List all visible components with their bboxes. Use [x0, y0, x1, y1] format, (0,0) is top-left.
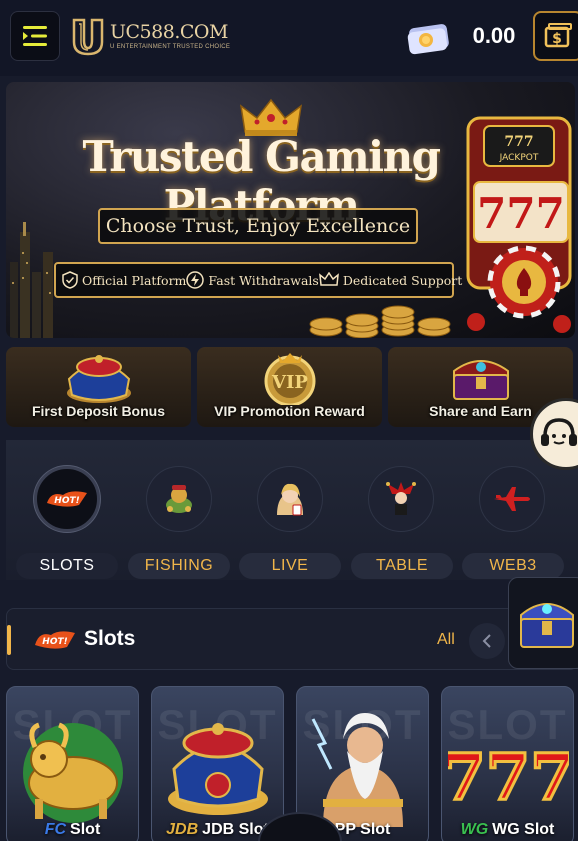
wallet-button[interactable]: $ [533, 11, 578, 61]
game-card-fc-slot[interactable]: SLOT FCSlot [6, 686, 139, 841]
feature-fast: Fast Withdrawals [186, 271, 319, 289]
game-card-jdb-slot[interactable]: SLOT JDBJDB Slot [151, 686, 284, 841]
banner-subtitle: Choose Trust, Enjoy Excellence [105, 215, 411, 237]
promo-first-deposit[interactable]: First Deposit Bonus [6, 347, 191, 427]
lightning-icon [186, 271, 205, 289]
crown-small-icon [318, 272, 339, 286]
tab-slots[interactable]: SLOTS [16, 553, 118, 579]
jackpot-label: JACKPOT [499, 153, 539, 163]
carousel-prev-button[interactable] [469, 623, 505, 659]
feature-official: Official Platform [62, 271, 186, 289]
zeus-icon [311, 713, 403, 827]
logo-tagline: U ENTERTAINMENT TRUSTED CHOICE [110, 44, 231, 50]
category-tabs: HOT! SLOTS FISHING LIVE TABLE WEB3 [6, 440, 578, 580]
logo-name: UC588.COM [110, 21, 228, 43]
app-root: UC588.COM U ENTERTAINMENT TRUSTED CHOICE… [0, 0, 578, 841]
promo-strip: First Deposit Bonus VIP VIP Promotion Re… [6, 347, 578, 427]
svg-text:HOT!: HOT! [54, 496, 79, 506]
headset-support-icon [541, 418, 577, 446]
feature-fast-label: Fast Withdrawals [208, 272, 319, 288]
game-brand: FC [44, 821, 67, 838]
treasure-pot-icon [168, 723, 268, 815]
shield-check-icon [62, 271, 78, 289]
view-all-link[interactable]: All [437, 631, 455, 649]
category-fishing-icon-button[interactable] [146, 466, 212, 532]
game-label: WG WG Slot [442, 821, 573, 839]
city-skyline-graphic [10, 222, 53, 338]
lucky-777-icon: 777 [448, 739, 569, 817]
game-name: PP Slot [334, 821, 391, 838]
tab-table[interactable]: TABLE [351, 553, 453, 579]
banner-subtitle-frame: Choose Trust, Enjoy Excellence [98, 208, 418, 244]
hot-badge-icon: HOT! [35, 631, 75, 649]
svg-text:777: 777 [448, 740, 569, 815]
tab-fishing[interactable]: FISHING [128, 553, 230, 579]
svg-text:$: $ [552, 31, 562, 47]
cash-icon [407, 24, 449, 55]
feature-official-label: Official Platform [82, 272, 187, 288]
promo-first-deposit-label: First Deposit Bonus [31, 403, 165, 419]
top-header: UC588.COM U ENTERTAINMENT TRUSTED CHOICE… [0, 0, 578, 76]
menu-button[interactable] [10, 11, 60, 61]
floating-reward-chest-button[interactable] [508, 577, 578, 669]
treasure-pot-icon [66, 355, 131, 403]
golden-bull-icon [23, 722, 123, 823]
site-logo[interactable]: UC588.COM U ENTERTAINMENT TRUSTED CHOICE [70, 16, 230, 56]
slots-section-title: Slots [84, 627, 136, 650]
vip-medal-icon: VIP [264, 353, 315, 405]
game-name: Slot [70, 821, 101, 838]
chevron-left-icon [482, 634, 491, 648]
table-jester-icon [386, 482, 416, 515]
category-table-icon-button[interactable] [368, 466, 434, 532]
menu-toggle-icon [23, 26, 47, 46]
feature-support-label: Dedicated Support [342, 272, 463, 288]
jackpot-777-text: 777 [504, 134, 533, 150]
slots-section-header: HOT! Slots All [6, 608, 578, 670]
category-web3-icon-button[interactable] [479, 466, 545, 532]
category-live-icon-button[interactable] [257, 466, 323, 532]
game-brand: JDB [166, 821, 199, 838]
svg-text:VIP: VIP [271, 372, 308, 393]
section-accent-bar [7, 625, 11, 655]
wallet-dollar-icon: $ [544, 23, 572, 48]
gold-coins-graphic [309, 305, 451, 338]
hot-badge-icon: HOT! [47, 491, 87, 507]
game-label: FC Slot [7, 821, 138, 839]
balance-amount: 0.00 [472, 23, 516, 48]
tab-live[interactable]: LIVE [239, 553, 341, 579]
promo-vip-reward-label: VIP Promotion Reward [214, 403, 365, 419]
hot-badge-text: HOT! [42, 637, 67, 647]
game-name: WG Slot [492, 821, 555, 838]
airplane-icon [494, 487, 530, 511]
hero-banner[interactable]: Trusted Gaming Platform Choose Trust, En… [6, 82, 575, 338]
svg-text:777: 777 [477, 189, 565, 238]
tab-web3[interactable]: WEB3 [462, 553, 564, 579]
fishing-toad-icon [166, 485, 192, 513]
category-slots-icon-button[interactable]: HOT! [34, 466, 100, 532]
game-card-wg-slot[interactable]: SLOT 777 WG WG Slot [441, 686, 574, 841]
live-dealer-icon [277, 483, 303, 516]
banner-features: Official Platform Fast Withdrawals Dedic… [54, 262, 462, 298]
feature-support: Dedicated Support [318, 272, 463, 288]
game-brand: WG [460, 821, 489, 838]
logo-shield-icon [72, 18, 104, 56]
promo-vip-reward[interactable]: VIP VIP Promotion Reward [197, 347, 382, 427]
treasure-chest-icon [452, 360, 509, 400]
treasure-chest-icon [520, 603, 574, 648]
